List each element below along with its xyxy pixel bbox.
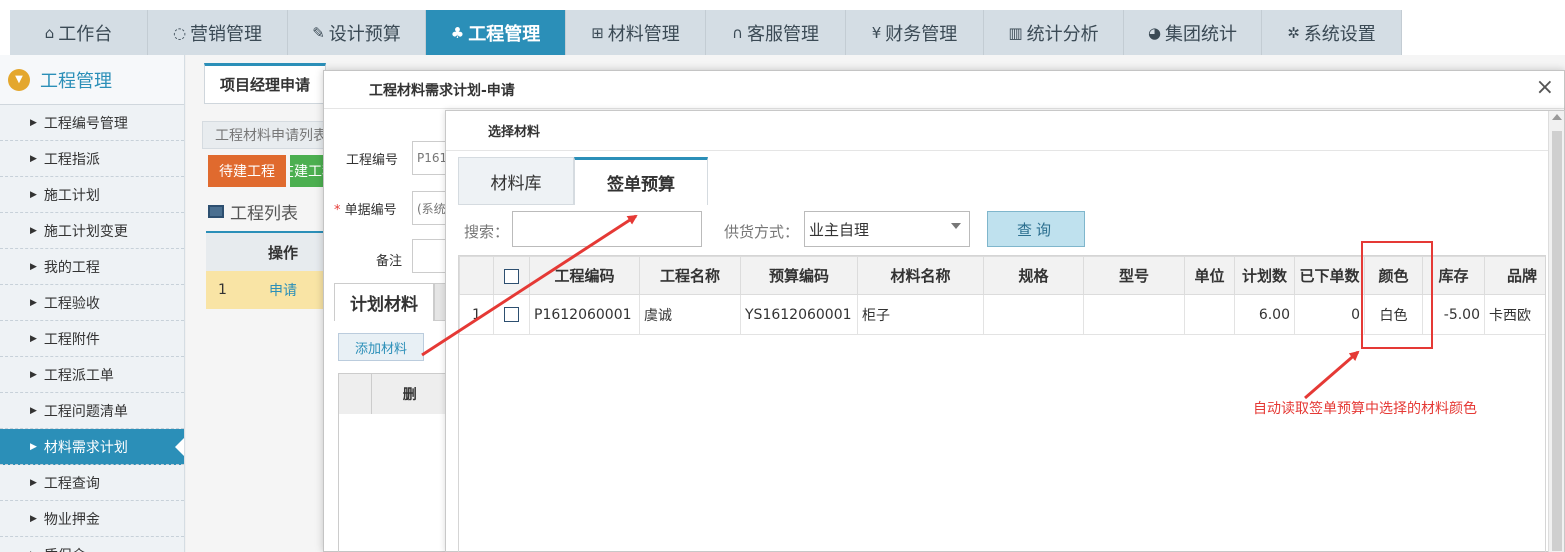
arrow-to-color-column [1304, 350, 1360, 400]
arrow-to-budget-tab [421, 214, 638, 357]
annotation-arrows [421, 214, 1360, 400]
